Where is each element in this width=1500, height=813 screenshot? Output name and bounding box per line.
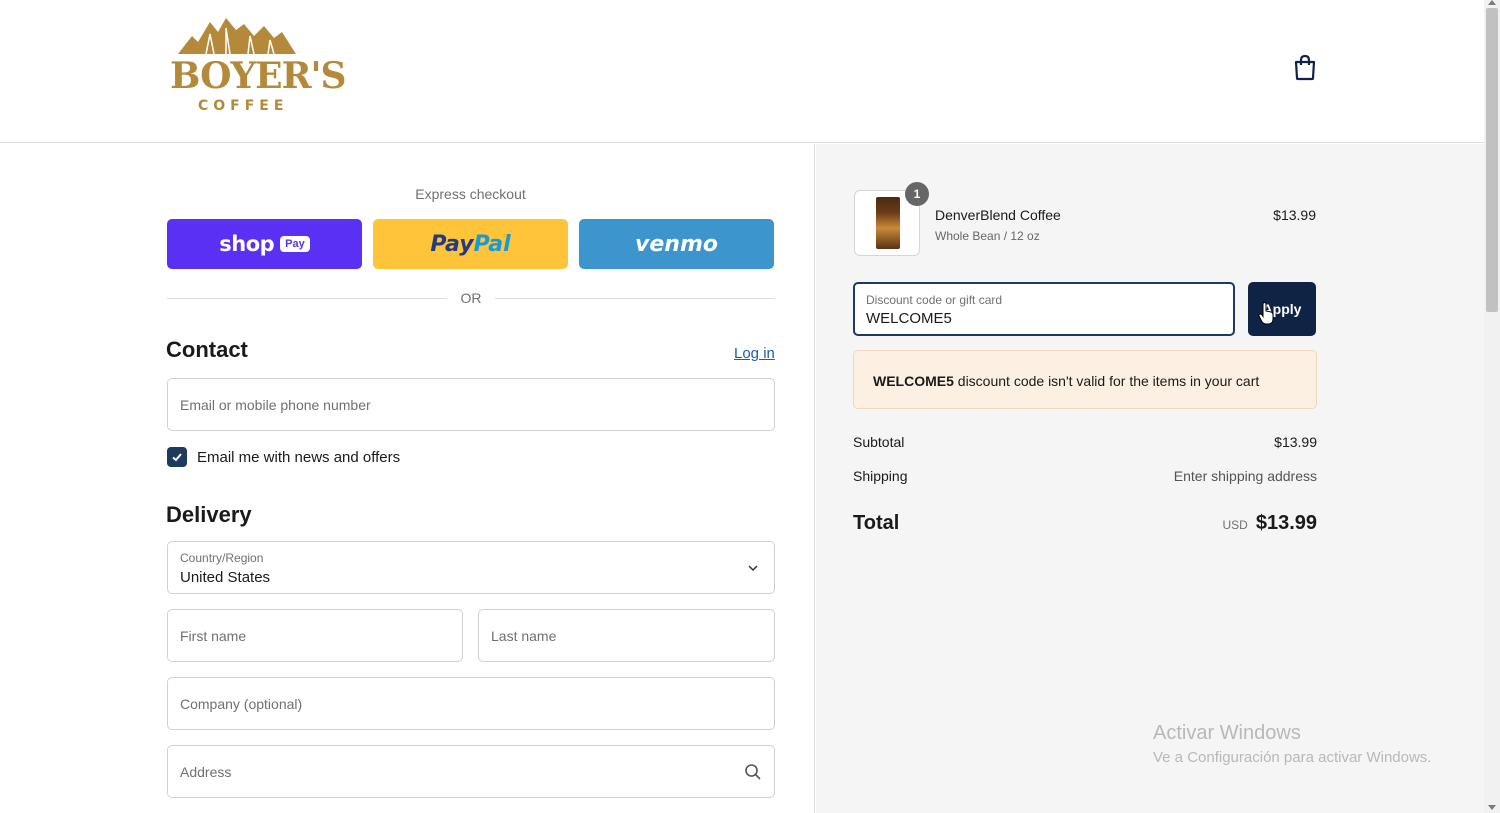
discount-value: WELCOME5 xyxy=(866,310,952,327)
or-label: OR xyxy=(460,290,482,306)
discount-error-text: WELCOME5 discount code isn't valid for t… xyxy=(873,373,1259,389)
scroll-up-arrow-icon[interactable] xyxy=(1488,0,1496,5)
shop-pay-text: shop xyxy=(219,232,275,256)
first-name-placeholder: First name xyxy=(180,628,247,644)
delivery-heading: Delivery xyxy=(166,502,252,527)
brand-subtitle: COFFEE xyxy=(198,98,289,114)
brand-name: BOYER'S xyxy=(170,55,347,97)
paypal-button[interactable]: Pay Pal xyxy=(373,219,568,269)
brand-logo[interactable]: BOYER'S COFFEE xyxy=(168,14,347,118)
subtotal-value: $13.99 xyxy=(1274,434,1317,450)
watermark-subtitle: Ve a Configuración para activar Windows. xyxy=(1153,749,1432,766)
paypal-text-pay: Pay xyxy=(430,231,474,257)
total-row: Total USD $13.99 xyxy=(853,512,1317,535)
watermark-title: Activar Windows xyxy=(1153,722,1301,744)
venmo-button[interactable]: venmo xyxy=(579,219,774,269)
newsletter-label: Email me with news and offers xyxy=(197,448,401,466)
shipping-value: Enter shipping address xyxy=(1173,468,1317,484)
chevron-down-icon xyxy=(748,565,758,572)
scrollbar-thumb[interactable] xyxy=(1486,8,1498,312)
total-value-group: USD $13.99 xyxy=(1222,512,1317,535)
page-scrollbar[interactable] xyxy=(1484,0,1500,813)
address-field[interactable]: Address xyxy=(167,745,775,798)
shop-pay-badge: Pay xyxy=(280,236,310,252)
company-placeholder: Company (optional) xyxy=(180,696,303,712)
scroll-down-arrow-icon[interactable] xyxy=(1488,805,1496,810)
email-field[interactable]: Email or mobile phone number xyxy=(167,378,775,431)
order-summary-pane: 1 DenverBlend Coffee Whole Bean / 12 oz … xyxy=(816,144,1484,813)
site-header: BOYER'S COFFEE xyxy=(0,0,1484,143)
last-name-placeholder: Last name xyxy=(491,628,557,644)
error-message: discount code isn't valid for the items … xyxy=(953,373,1260,389)
discount-label: Discount code or gift card xyxy=(866,293,1003,307)
total-value: $13.99 xyxy=(1255,512,1317,534)
express-checkout-label: Express checkout xyxy=(415,186,526,202)
coffee-bag-image xyxy=(876,197,900,249)
subtotal-row: Subtotal $13.99 xyxy=(853,434,1317,450)
subtotal-label: Subtotal xyxy=(853,434,905,450)
shipping-row: Shipping Enter shipping address xyxy=(853,468,1317,484)
newsletter-checkbox[interactable] xyxy=(167,447,187,467)
venmo-text: venmo xyxy=(635,231,718,257)
search-icon[interactable] xyxy=(744,763,762,781)
discount-error-banner: WELCOME5 discount code isn't valid for t… xyxy=(853,350,1317,409)
country-label: Country/Region xyxy=(180,551,264,565)
paypal-text-pal: Pal xyxy=(473,231,511,257)
error-code: WELCOME5 xyxy=(873,373,954,389)
discount-code-input[interactable]: Discount code or gift card WELCOME5 xyxy=(853,282,1235,336)
last-name-field[interactable]: Last name xyxy=(478,609,775,662)
country-value: United States xyxy=(180,569,271,586)
windows-activation-watermark: Activar Windows Ve a Configuración para … xyxy=(1153,722,1431,766)
company-field[interactable]: Company (optional) xyxy=(167,677,775,730)
shop-pay-button[interactable]: shop Pay xyxy=(167,219,362,269)
quantity-badge: 1 xyxy=(905,182,929,206)
contact-heading: Contact xyxy=(166,337,248,362)
checkmark-icon xyxy=(172,453,182,462)
first-name-field[interactable]: First name xyxy=(167,609,463,662)
country-select[interactable]: Country/Region United States xyxy=(167,541,775,594)
newsletter-row: Email me with news and offers xyxy=(167,446,400,468)
total-label: Total xyxy=(853,512,900,534)
shipping-label: Shipping xyxy=(853,468,908,484)
checkout-form-pane: Express checkout shop Pay Pay Pal venmo O… xyxy=(0,144,815,813)
product-variant: Whole Bean / 12 oz xyxy=(935,229,1040,243)
mouse-pointer-icon xyxy=(1258,302,1274,325)
login-link[interactable]: Log in xyxy=(734,345,775,362)
product-price: $13.99 xyxy=(1273,207,1316,223)
address-placeholder: Address xyxy=(180,764,232,780)
shopping-bag-icon[interactable] xyxy=(1292,53,1318,81)
email-placeholder: Email or mobile phone number xyxy=(180,397,371,413)
or-divider: OR xyxy=(167,289,775,309)
currency-code: USD xyxy=(1222,518,1248,532)
product-name: DenverBlend Coffee xyxy=(935,207,1061,223)
mountain-logo-icon xyxy=(178,18,296,55)
